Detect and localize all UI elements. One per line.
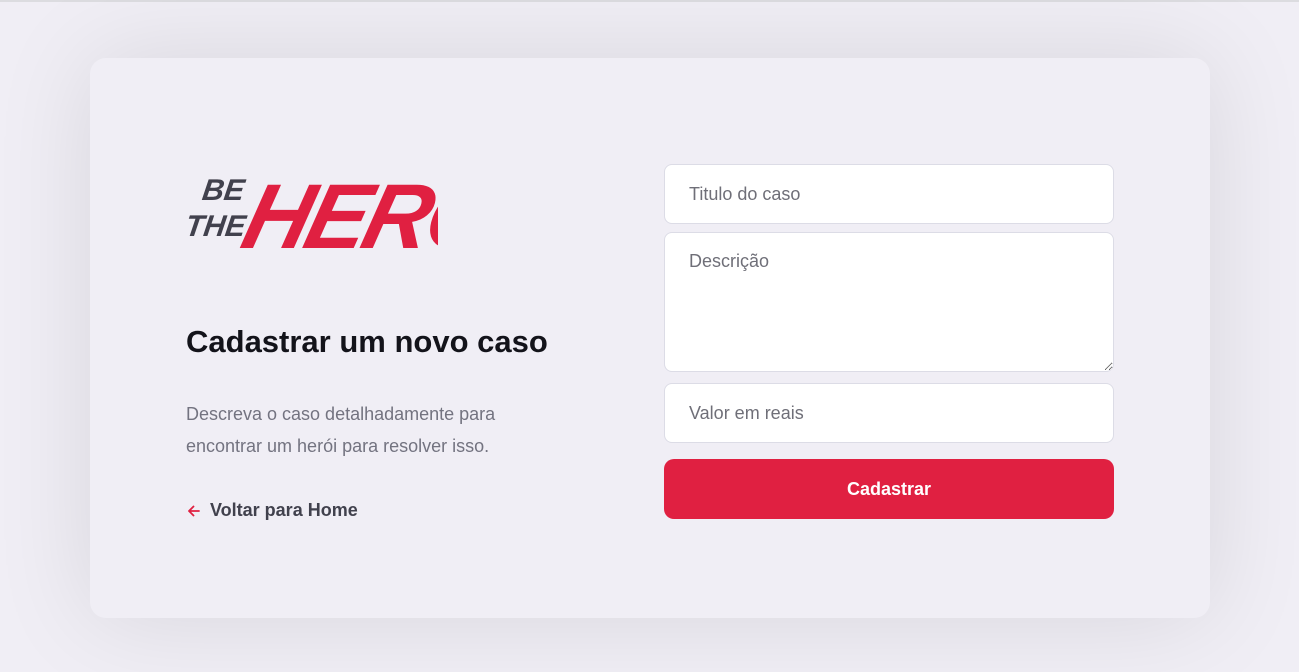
svg-text:BE: BE bbox=[200, 174, 247, 207]
top-divider bbox=[0, 0, 1299, 2]
be-the-hero-logo: BE THE HERO bbox=[186, 164, 438, 262]
arrow-left-icon bbox=[188, 505, 200, 516]
page-title: Cadastrar um novo caso bbox=[186, 324, 548, 359]
back-link-label: Voltar para Home bbox=[210, 500, 358, 520]
page-description: Descreva o caso detalhadamente para enco… bbox=[186, 404, 496, 456]
new-incident-card: BE THE HERO Cadastrar um novo caso Descr… bbox=[90, 58, 1210, 618]
description-textarea[interactable] bbox=[664, 232, 1114, 372]
title-input[interactable] bbox=[664, 164, 1114, 224]
register-button[interactable]: Cadastrar bbox=[664, 459, 1114, 519]
back-to-home-link[interactable]: Voltar para Home bbox=[186, 500, 358, 521]
value-input[interactable] bbox=[664, 383, 1114, 443]
svg-text:HERO: HERO bbox=[233, 164, 438, 262]
svg-text:THE: THE bbox=[186, 210, 249, 243]
